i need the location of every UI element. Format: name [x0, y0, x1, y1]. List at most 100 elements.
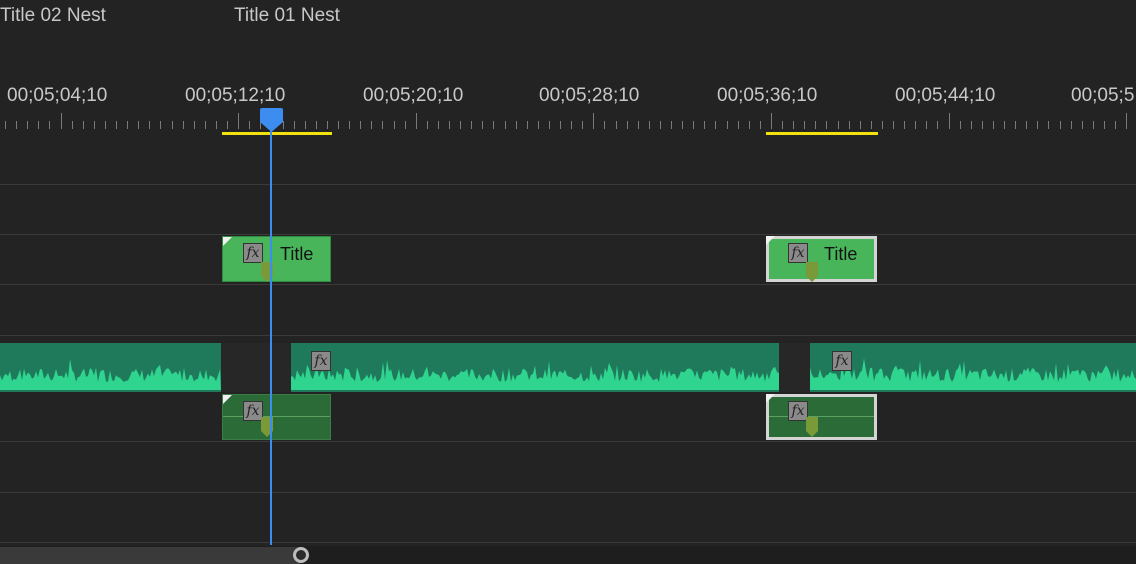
- ruler-tick: [615, 121, 617, 129]
- ruler-tick: [648, 121, 650, 129]
- ruler-tick: [160, 121, 162, 129]
- ruler-tick: [1026, 121, 1028, 129]
- ruler-tick: [515, 121, 517, 129]
- clip-rubber-band[interactable]: [223, 416, 330, 417]
- track-divider: [0, 492, 1136, 493]
- keyframe-marker-icon[interactable]: [806, 262, 818, 282]
- timecode-label: 00;05;44;10: [895, 85, 996, 106]
- audio-clip[interactable]: [0, 343, 221, 392]
- marker-title-02-nest[interactable]: Title 02 Nest: [0, 5, 106, 27]
- work-area-bar[interactable]: [222, 132, 332, 135]
- ruler-tick: [393, 121, 395, 129]
- time-ruler[interactable]: 00;05;04;10 00;05;12;10 00;05;20;10 00;0…: [0, 60, 1136, 135]
- audio-gap: [779, 343, 810, 392]
- clip-label: Title: [280, 244, 314, 264]
- timecode-label: 00;05;04;10: [7, 85, 108, 106]
- timecode-label: 00;05;28;10: [539, 85, 640, 106]
- ruler-tick: [1115, 121, 1116, 129]
- audio-clip[interactable]: fx: [810, 343, 1136, 392]
- audio-waveform: [0, 358, 221, 390]
- clip-label: Title: [824, 244, 858, 264]
- ruler-tick: [116, 121, 117, 129]
- ruler-tick: [571, 121, 573, 129]
- keyframe-marker-icon[interactable]: [806, 417, 818, 437]
- marker-title-01-nest[interactable]: Title 01 Nest: [234, 5, 340, 27]
- ruler-tick: [5, 121, 6, 129]
- ruler-tick: [1037, 121, 1039, 129]
- ruler-tick: [471, 121, 473, 129]
- ruler-tick: [959, 121, 961, 129]
- ruler-tick: [715, 121, 717, 129]
- ruler-tick: [1059, 121, 1061, 129]
- ruler-tick: [293, 121, 295, 129]
- audio-clip[interactable]: fx: [291, 343, 779, 392]
- ruler-tick: [193, 121, 195, 129]
- audio-gap: [221, 343, 291, 392]
- ruler-tick: [693, 121, 695, 129]
- ruler-tick: [837, 121, 839, 129]
- scrollbar-thumb[interactable]: [0, 547, 300, 564]
- title-clip[interactable]: fx Title: [222, 236, 331, 282]
- track-divider: [0, 184, 1136, 185]
- ruler-tick: [437, 121, 439, 129]
- ruler-tick: [127, 121, 129, 129]
- work-area-bar[interactable]: [766, 132, 878, 135]
- ruler-tick: [1092, 121, 1094, 129]
- ruler-tick: [904, 121, 906, 129]
- nested-clip[interactable]: fx: [222, 394, 331, 440]
- fx-badge-icon[interactable]: fx: [832, 351, 852, 371]
- ruler-tick: [626, 121, 628, 129]
- ruler-tick: [782, 121, 783, 129]
- ruler-tick: [815, 121, 817, 129]
- ruler-tick: [826, 121, 828, 129]
- ruler-tick: [992, 121, 994, 129]
- playhead-handle-icon[interactable]: [260, 108, 283, 132]
- ruler-tick: [215, 121, 217, 129]
- track-divider: [0, 284, 1136, 285]
- ruler-tick: [415, 113, 417, 129]
- ruler-tick: [970, 121, 972, 129]
- timecode-label: 00;05;5: [1071, 85, 1135, 106]
- playhead-line[interactable]: [270, 120, 272, 545]
- track-divider: [0, 335, 1136, 336]
- ruler-tick: [71, 121, 73, 129]
- ruler-tick: [182, 121, 184, 129]
- timecode-label: 00;05;20;10: [363, 85, 464, 106]
- ruler-tick: [204, 121, 206, 129]
- fx-badge-icon[interactable]: fx: [243, 243, 263, 263]
- nested-clip-selected[interactable]: fx: [766, 394, 877, 440]
- ruler-tick: [659, 121, 661, 129]
- fx-badge-icon[interactable]: fx: [788, 401, 808, 421]
- title-clip-selected[interactable]: fx Title: [766, 236, 877, 282]
- zoom-handle-icon[interactable]: [293, 547, 309, 563]
- ruler-tick: [1070, 121, 1072, 129]
- ruler-tick: [948, 113, 950, 129]
- ruler-tick: [227, 121, 228, 129]
- ruler-tick: [27, 121, 29, 129]
- ruler-tick: [637, 121, 639, 129]
- fx-badge-icon[interactable]: fx: [788, 243, 808, 263]
- ruler-tick: [848, 121, 850, 129]
- ruler-tick: [326, 121, 328, 129]
- clip-rubber-band[interactable]: [769, 416, 874, 417]
- fx-badge-icon[interactable]: fx: [311, 351, 331, 371]
- ruler-tick: [526, 121, 528, 129]
- ruler-tick: [238, 113, 240, 129]
- track-divider: [0, 234, 1136, 235]
- ruler-tick: [460, 121, 462, 129]
- fx-badge-icon[interactable]: fx: [243, 401, 263, 421]
- ruler-tick: [104, 121, 106, 129]
- ruler-tick: [748, 121, 750, 129]
- ruler-tick: [93, 121, 95, 129]
- ruler-tick: [82, 121, 84, 129]
- ruler-tick: [504, 121, 506, 129]
- ruler-tick: [449, 121, 450, 129]
- ruler-tick: [770, 113, 772, 129]
- ruler-tick: [793, 121, 795, 129]
- ruler-tick: [249, 121, 251, 129]
- ruler-tick: [593, 113, 595, 129]
- ruler-tick: [704, 121, 706, 129]
- ruler-tick: [1126, 113, 1128, 129]
- clip-corner-icon: [766, 236, 775, 245]
- clip-corner-icon: [223, 395, 232, 404]
